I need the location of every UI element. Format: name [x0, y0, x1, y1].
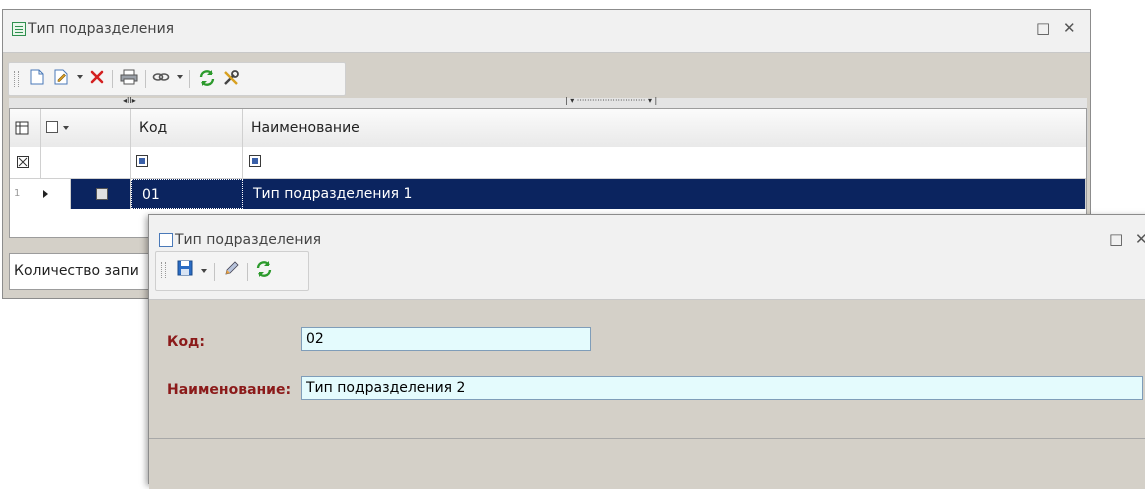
row-checkbox[interactable]	[96, 188, 108, 200]
row-indicator: 1	[10, 179, 71, 209]
filter-cell-code[interactable]	[131, 147, 243, 178]
toolbar-separator	[145, 70, 146, 88]
maximize-icon[interactable]: □	[1109, 230, 1123, 248]
toolbar-grip[interactable]	[14, 71, 19, 87]
tools-icon[interactable]	[221, 69, 241, 89]
refresh-icon[interactable]	[254, 260, 274, 280]
edit-window-title: Тип подразделения	[175, 232, 322, 248]
save-icon[interactable]	[176, 260, 194, 280]
ruler-range-icon[interactable]: | ▾ ··························· ▾ |	[565, 96, 657, 105]
table-row[interactable]: 1 01 Тип подразделения 1	[10, 179, 1086, 209]
code-label: Код:	[167, 334, 205, 350]
current-row-arrow-icon	[43, 190, 48, 198]
edit-window: Тип подразделения □ ✕ Код: Наименование:	[148, 214, 1145, 489]
filter-cell-name[interactable]	[243, 147, 1088, 178]
form-footer-panel	[149, 438, 1145, 489]
grid-header-row: Код Наименование	[10, 109, 1088, 148]
cell-name[interactable]: Тип подразделения 1	[243, 179, 1086, 209]
save-dropdown-arrow[interactable]	[201, 269, 207, 273]
close-icon[interactable]: ✕	[1135, 230, 1145, 248]
toolbar-separator	[247, 263, 248, 281]
code-field[interactable]	[301, 327, 591, 351]
delete-icon[interactable]	[89, 69, 105, 89]
edit-toolbar	[155, 251, 309, 291]
list-window-titlebar[interactable]: Тип подразделения □ ✕	[3, 10, 1090, 53]
filter-cell-checkbox	[41, 147, 131, 178]
new-document-icon[interactable]	[29, 69, 45, 89]
close-icon[interactable]: ✕	[1063, 19, 1076, 37]
filter-operator-icon[interactable]	[249, 155, 261, 167]
edit-icon[interactable]	[53, 69, 69, 89]
row-checkbox-cell[interactable]	[71, 179, 131, 209]
column-header-name[interactable]: Наименование	[243, 109, 1088, 147]
print-icon[interactable]	[119, 69, 139, 89]
chevron-down-icon[interactable]	[63, 126, 69, 130]
select-all-checkbox[interactable]	[41, 109, 131, 147]
link-dropdown-arrow[interactable]	[177, 75, 183, 79]
pencil-icon[interactable]	[223, 260, 241, 280]
edit-dropdown-arrow[interactable]	[77, 75, 83, 79]
checkbox-icon[interactable]	[46, 121, 58, 133]
edit-window-header: Тип подразделения □ ✕	[149, 215, 1145, 300]
row-number: 1	[14, 188, 21, 199]
grid-filter-row	[10, 147, 1088, 179]
toolbar-separator	[214, 263, 215, 281]
ruler-handle-icon[interactable]: ◂II▸	[123, 96, 136, 105]
column-header-code[interactable]: Код	[131, 109, 243, 147]
cell-code[interactable]: 01	[131, 179, 243, 209]
link-icon[interactable]	[151, 69, 171, 89]
maximize-icon[interactable]: □	[1036, 19, 1050, 37]
name-label: Наименование:	[167, 382, 292, 398]
document-icon	[159, 233, 173, 247]
refresh-icon[interactable]	[197, 69, 217, 89]
filter-operator-icon[interactable]	[136, 155, 148, 167]
clear-filter-icon[interactable]	[10, 147, 41, 178]
toolbar-grip[interactable]	[161, 262, 166, 278]
column-chooser-icon[interactable]	[10, 109, 41, 147]
toolbar-separator	[112, 70, 113, 88]
list-icon	[12, 22, 26, 36]
name-field[interactable]	[301, 376, 1143, 400]
list-toolbar	[8, 62, 346, 96]
list-window-title: Тип подразделения	[28, 21, 175, 37]
toolbar-separator	[189, 70, 190, 88]
